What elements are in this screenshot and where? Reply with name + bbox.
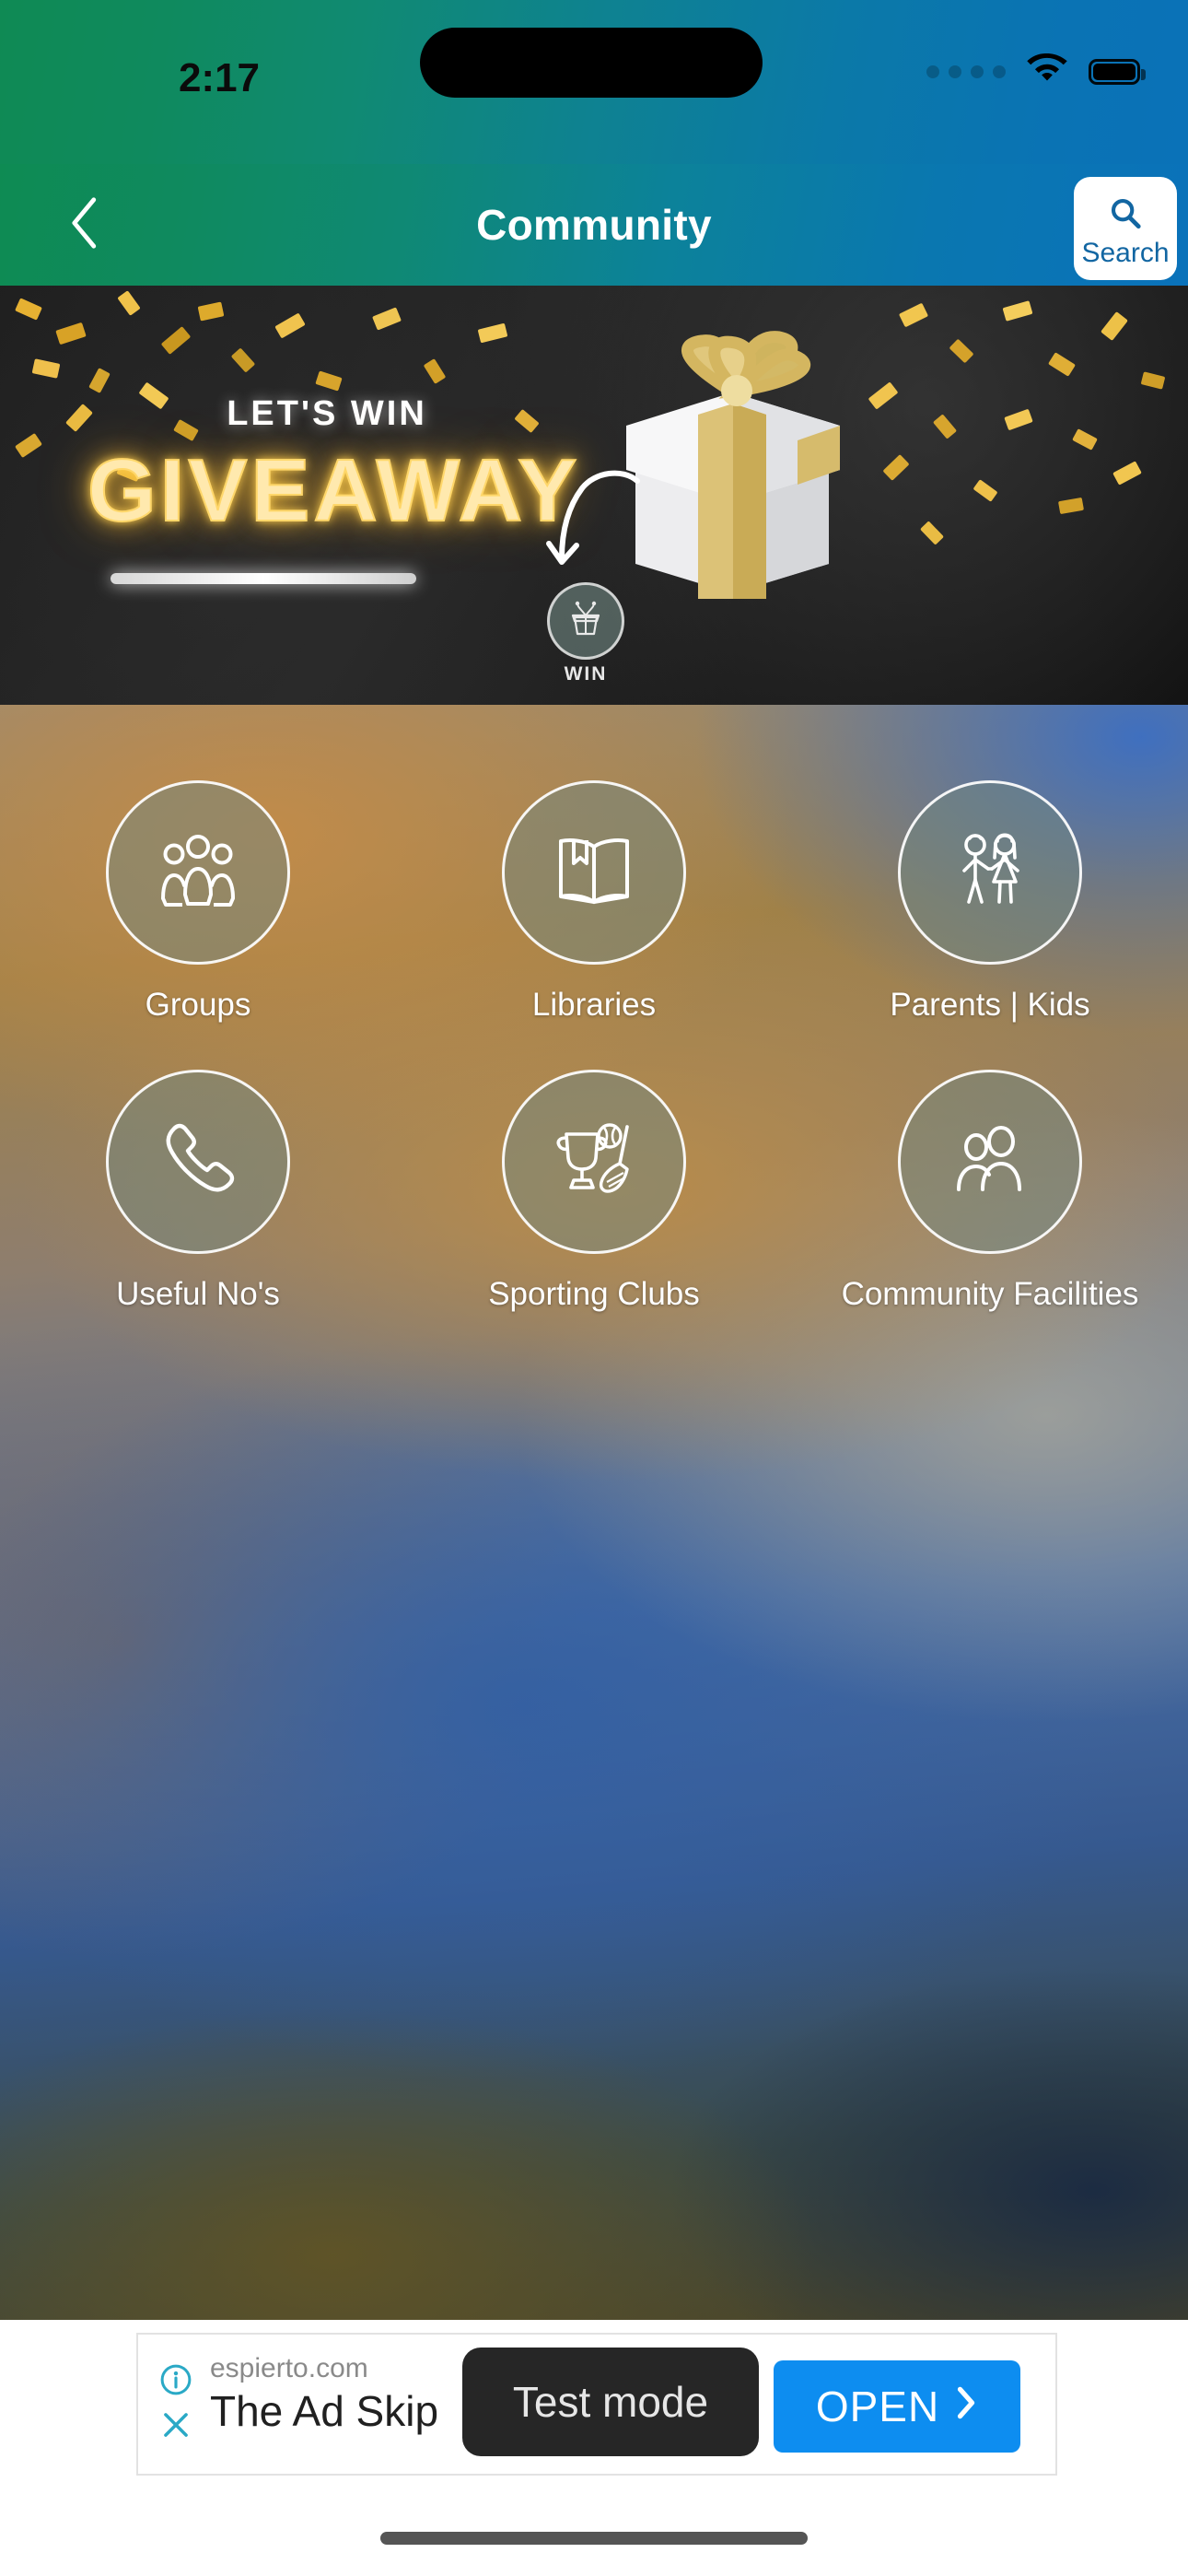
navigation-bar: Community Search xyxy=(0,164,1188,286)
dynamic-island xyxy=(420,28,763,98)
boy-girl-icon xyxy=(942,823,1038,923)
search-icon xyxy=(1108,192,1143,236)
battery-full-icon xyxy=(1089,58,1146,85)
two-people-icon xyxy=(942,1112,1038,1212)
page-title: Community xyxy=(476,201,712,249)
ad-controls xyxy=(158,2362,193,2447)
open-book-icon xyxy=(546,823,642,923)
grid-item-label: Useful No's xyxy=(116,1276,280,1312)
banner-underline xyxy=(111,573,416,584)
sporting-clubs-bubble xyxy=(502,1070,686,1254)
ad-title: The Ad Skip xyxy=(210,2387,439,2435)
ad-banner: espierto.com The Ad Skip Test mode OPEN xyxy=(0,2320,1188,2495)
useful-numbers-bubble xyxy=(106,1070,290,1254)
ad-open-label: OPEN xyxy=(815,2383,940,2430)
grid-item-community-facilities[interactable]: Community Facilities xyxy=(792,1070,1188,1313)
phone-handset-icon xyxy=(150,1112,246,1212)
signal-dots-icon xyxy=(926,64,1006,78)
grid-item-label: Groups xyxy=(145,987,251,1023)
info-circle-icon[interactable] xyxy=(158,2362,193,2402)
home-indicator-bar[interactable] xyxy=(380,2532,808,2545)
grid-item-sporting-clubs[interactable]: Sporting Clubs xyxy=(396,1070,792,1313)
status-bar: 2:17 xyxy=(0,0,1188,164)
grid-item-label: Sporting Clubs xyxy=(488,1276,700,1312)
wifi-icon xyxy=(1026,53,1068,89)
ad-open-button[interactable]: OPEN xyxy=(774,2360,1020,2453)
grid-row: Useful No's Sporting Clubs Community Fac… xyxy=(0,1070,1188,1313)
gift-surprise-icon xyxy=(565,599,606,644)
banner-kicker: LET'S WIN xyxy=(227,394,427,433)
grid-item-label: Parents | Kids xyxy=(890,987,1090,1023)
home-indicator-area xyxy=(0,2495,1188,2576)
win-badge-button[interactable] xyxy=(547,582,624,660)
groups-bubble xyxy=(106,780,290,965)
community-facilities-bubble xyxy=(898,1070,1082,1254)
curved-arrow-down-icon xyxy=(516,470,654,580)
category-grid: Groups Libraries Parents | Kids Useful N… xyxy=(0,705,1188,1313)
grid-row: Groups Libraries Parents | Kids xyxy=(0,780,1188,1024)
status-indicators xyxy=(926,53,1146,89)
grid-item-useful-numbers[interactable]: Useful No's xyxy=(0,1070,396,1313)
phone-screen: 2:17 Community Search LET'S WIN GIVEAWAY… xyxy=(0,0,1188,2576)
search-button[interactable]: Search xyxy=(1074,177,1177,280)
grid-item-groups[interactable]: Groups xyxy=(0,780,396,1024)
three-people-icon xyxy=(150,823,246,923)
win-badge-label: WIN xyxy=(564,663,608,685)
test-mode-badge: Test mode xyxy=(462,2348,759,2456)
status-time: 2:17 xyxy=(178,55,261,100)
close-x-icon[interactable] xyxy=(158,2407,193,2447)
grid-item-parents-kids[interactable]: Parents | Kids xyxy=(792,780,1188,1024)
giveaway-banner[interactable]: LET'S WIN GIVEAWAY WIN xyxy=(0,286,1188,705)
libraries-bubble xyxy=(502,780,686,965)
search-button-label: Search xyxy=(1081,238,1170,268)
banner-headline: GIVEAWAY xyxy=(87,440,581,541)
trophy-sports-icon xyxy=(546,1112,642,1212)
ad-domain: espierto.com xyxy=(210,2353,368,2383)
ad-text: espierto.com The Ad Skip xyxy=(210,2353,438,2436)
chevron-right-icon xyxy=(954,2382,978,2431)
ad-card[interactable]: espierto.com The Ad Skip Test mode OPEN xyxy=(136,2333,1057,2476)
parents-kids-bubble xyxy=(898,780,1082,965)
grid-item-libraries[interactable]: Libraries xyxy=(396,780,792,1024)
grid-item-label: Libraries xyxy=(531,987,657,1023)
grid-item-label: Community Facilities xyxy=(841,1276,1139,1312)
